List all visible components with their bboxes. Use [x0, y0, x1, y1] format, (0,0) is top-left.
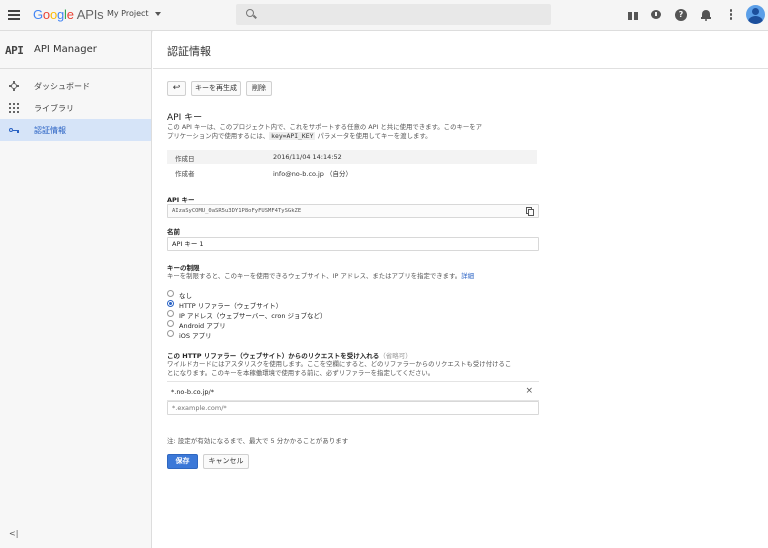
copy-icon[interactable] [526, 207, 534, 216]
feedback-icon[interactable] [650, 9, 662, 21]
project-name: My Project [107, 9, 149, 18]
api-logo: API [5, 44, 24, 57]
project-selector[interactable]: My Project [107, 9, 161, 18]
library-icon [9, 103, 19, 113]
referrer-title: この HTTP リファラー（ウェブサイト）からのリクエストを受け入れる（省略可） [167, 352, 412, 360]
note-text: 注: 設定が有効になるまで、最大で 5 分かかることがあります [167, 437, 349, 445]
main-content: 認証情報 ↩ キーを再生成 削除 API キー この API キーは、このプロジ… [153, 31, 768, 548]
referrer-entry-row: *.no-b.co.jp/* × [167, 381, 539, 401]
save-button[interactable]: 保存 [167, 454, 198, 469]
sidebar-item-dashboard[interactable]: ダッシュボード [0, 75, 151, 97]
search-input[interactable] [260, 7, 545, 22]
back-button[interactable]: ↩ [167, 81, 186, 96]
key-icon [9, 125, 19, 135]
creator-row: 作成者 info@no-b.co.jp （自分） [175, 170, 352, 178]
api-key-title: API キー [167, 113, 203, 123]
page-title: 認証情報 [167, 45, 211, 58]
name-input[interactable]: API キー 1 [167, 237, 539, 251]
cancel-button[interactable]: キャンセル [203, 454, 249, 469]
sidebar-item-credentials[interactable]: 認証情報 [0, 119, 151, 141]
delete-button[interactable]: 削除 [246, 81, 272, 96]
search-box[interactable] [236, 4, 551, 25]
api-key-field[interactable]: AIzaSyCOMU_0aSR5u3DY1P8oFyFUSMF4TySGkZE [167, 204, 539, 218]
sidebar-header: API API Manager [0, 31, 151, 69]
remove-icon[interactable]: × [525, 386, 533, 396]
help-icon[interactable]: ? [675, 9, 687, 21]
details-link[interactable]: 詳細 [461, 272, 474, 280]
regenerate-key-button[interactable]: キーを再生成 [191, 81, 241, 96]
toolbar: ↩ キーを再生成 削除 [167, 81, 539, 97]
sidebar: API API Manager ダッシュボード ライブラリ 認証情報 <| [0, 31, 152, 548]
avatar[interactable] [746, 5, 765, 24]
chevron-down-icon [154, 11, 161, 16]
api-key-description: この API キーは、このプロジェクト内で、これをサポートする任意の API と… [167, 123, 483, 140]
search-icon [246, 9, 254, 17]
more-options-icon[interactable] [725, 9, 737, 21]
gift-icon[interactable] [627, 9, 639, 21]
top-bar: Google APIs My Project ? [0, 0, 768, 31]
google-apis-logo[interactable]: Google APIs [33, 7, 104, 22]
collapse-sidebar-icon[interactable]: <| [9, 529, 18, 538]
sidebar-item-library[interactable]: ライブラリ [0, 97, 151, 119]
referrer-entry: *.no-b.co.jp/* [171, 388, 214, 396]
credential-form: ↩ キーを再生成 削除 API キー この API キーは、このプロジェクト内で… [167, 81, 539, 469]
key-restriction-title: キーの制限 [167, 264, 200, 272]
notifications-icon[interactable] [700, 9, 712, 21]
api-key-label: API キー [167, 196, 195, 204]
dashboard-icon [9, 81, 19, 91]
key-restriction-description: キーを制限すると、このキーを使用できるウェブサイト、IP アドレス、またはアプリ… [167, 272, 474, 280]
page-header: 認証情報 [153, 31, 768, 69]
api-manager-title: API Manager [34, 44, 97, 55]
referrer-input[interactable] [167, 401, 539, 415]
referrer-description: ワイルドカードにはアスタリスクを使用します。ここを空欄にすると、どのリファラーか… [167, 360, 512, 377]
name-label: 名前 [167, 228, 180, 236]
menu-icon[interactable] [8, 10, 20, 20]
created-row: 作成日 2016/11/04 14:14:52 [167, 150, 537, 164]
